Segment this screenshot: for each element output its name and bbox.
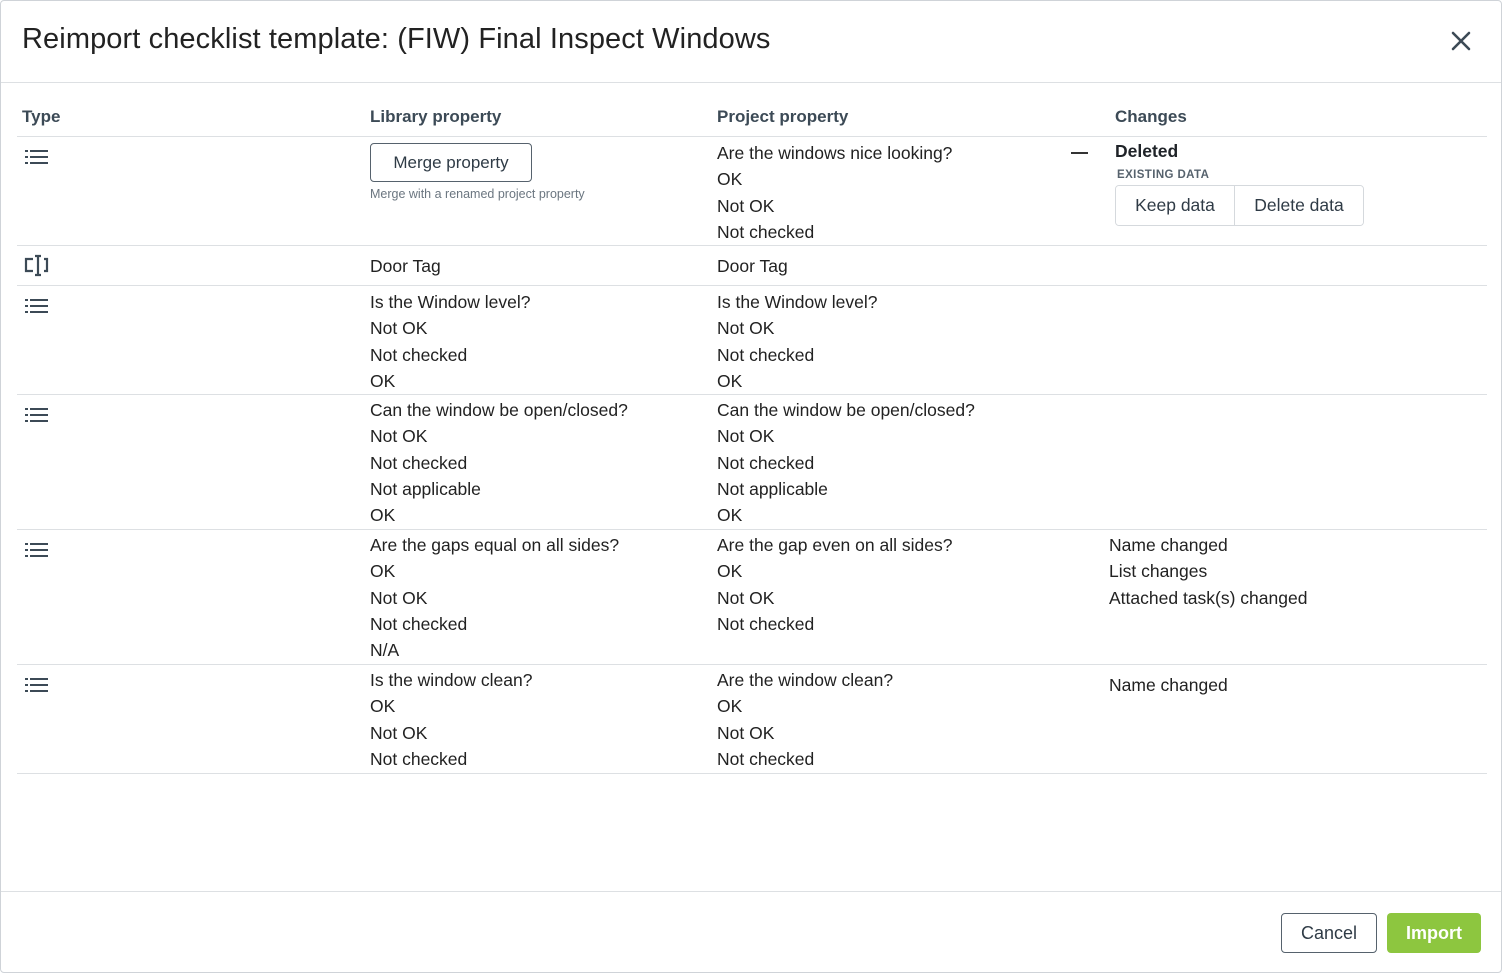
list-option: Not OK <box>370 722 428 743</box>
property-name: Door Tag <box>717 256 788 276</box>
table-row: Can the window be open/closed? Not OK No… <box>17 395 1487 530</box>
library-property-cell: Door Tag <box>370 253 441 279</box>
list-option: OK <box>370 696 396 717</box>
list-option: OK <box>717 505 743 526</box>
change-item: List changes <box>1109 561 1208 582</box>
list-icon <box>25 678 48 692</box>
merge-property-button[interactable]: Merge property <box>370 143 532 182</box>
project-property-cell: Door Tag <box>717 253 788 279</box>
project-property-cell: Are the window clean? OK Not OK Not chec… <box>717 667 893 772</box>
list-option: OK <box>717 696 743 717</box>
list-option: N/A <box>370 640 400 661</box>
import-button[interactable]: Import <box>1387 913 1481 953</box>
table-header: Type Library property Project property C… <box>17 101 1487 137</box>
project-property-cell: Is the Window level? Not OK Not checked … <box>717 289 878 394</box>
close-button[interactable] <box>1447 27 1475 55</box>
list-option: Not checked <box>370 452 468 473</box>
project-property-cell: Are the windows nice looking? OK Not OK … <box>717 140 952 245</box>
text-field-icon <box>24 254 49 277</box>
library-property-cell: Are the gaps equal on all sides? OK Not … <box>370 532 619 663</box>
minus-icon <box>1071 152 1088 154</box>
list-option: Not OK <box>370 426 428 447</box>
library-property-cell: Can the window be open/closed? Not OK No… <box>370 397 628 528</box>
list-option: Not OK <box>717 318 775 339</box>
property-name: Are the gaps equal on all sides? <box>370 535 620 555</box>
cancel-button[interactable]: Cancel <box>1281 913 1377 953</box>
list-option: Not OK <box>370 587 428 608</box>
change-item: Name changed <box>1109 675 1228 695</box>
table-row: Are the gaps equal on all sides? OK Not … <box>17 530 1487 665</box>
list-option: Not checked <box>717 452 815 473</box>
dialog-footer: Cancel Import <box>1 891 1501 972</box>
existing-data-label: EXISTING DATA <box>1117 169 1210 181</box>
merge-help-text: Merge with a renamed project property <box>370 187 585 201</box>
list-option: Not OK <box>717 426 775 447</box>
property-name: Is the window clean? <box>370 670 533 690</box>
list-option: Not checked <box>370 748 468 769</box>
list-option: Not checked <box>370 613 468 634</box>
list-option: Not checked <box>717 748 815 769</box>
dialog-header: Reimport checklist template: (FIW) Final… <box>1 1 1501 83</box>
properties-table: Type Library property Project property C… <box>17 101 1487 774</box>
property-name: Can the window be open/closed? <box>717 400 975 420</box>
list-option: OK <box>370 505 396 526</box>
dialog-title: Reimport checklist template: (FIW) Final… <box>22 23 771 55</box>
change-item: Name changed <box>1109 535 1228 555</box>
property-name: Is the Window level? <box>717 292 878 312</box>
list-option: OK <box>717 370 743 391</box>
list-option: Not OK <box>370 318 428 339</box>
existing-data-toggle: Keep data Delete data <box>1115 185 1364 226</box>
list-option: Not OK <box>717 195 775 216</box>
list-option: Not applicable <box>370 478 481 499</box>
table-row: Is the window clean? OK Not OK Not check… <box>17 665 1487 774</box>
column-changes: Changes <box>1115 107 1187 126</box>
list-option: Not checked <box>717 221 815 242</box>
property-name: Are the window clean? <box>717 670 894 690</box>
delete-data-button[interactable]: Delete data <box>1235 186 1363 225</box>
column-project-property: Project property <box>717 107 849 126</box>
list-icon <box>25 408 48 422</box>
close-icon <box>1451 31 1471 51</box>
list-option: OK <box>717 561 743 582</box>
list-option: OK <box>717 169 743 190</box>
library-property-cell: Is the window clean? OK Not OK Not check… <box>370 667 532 772</box>
keep-data-button[interactable]: Keep data <box>1116 186 1235 225</box>
deleted-status: Deleted <box>1115 141 1179 161</box>
property-name: Are the gap even on all sides? <box>717 535 953 555</box>
reimport-dialog: Reimport checklist template: (FIW) Final… <box>0 0 1502 973</box>
project-property-cell: Can the window be open/closed? Not OK No… <box>717 397 975 528</box>
property-name: Door Tag <box>370 256 441 276</box>
column-library-property: Library property <box>370 107 502 126</box>
changes-cell: Name changed List changes Attached task(… <box>1109 532 1307 611</box>
table-row: Is the Window level? Not OK Not checked … <box>17 286 1487 395</box>
change-item: Attached task(s) changed <box>1109 587 1308 608</box>
table-row: Door Tag Door Tag <box>17 246 1487 286</box>
list-option: OK <box>370 370 396 391</box>
list-option: Not checked <box>717 344 815 365</box>
property-name: Are the windows nice looking? <box>717 143 953 163</box>
table-row: Merge property Merge with a renamed proj… <box>17 137 1487 246</box>
changes-cell: Name changed <box>1109 672 1228 698</box>
column-type: Type <box>22 107 61 126</box>
list-option: OK <box>370 561 396 582</box>
list-option: Not checked <box>370 344 468 365</box>
list-option: Not checked <box>717 613 815 634</box>
list-icon <box>25 543 48 557</box>
library-property-cell: Is the Window level? Not OK Not checked … <box>370 289 531 394</box>
project-property-cell: Are the gap even on all sides? OK Not OK… <box>717 532 952 637</box>
list-option: Not applicable <box>717 478 828 499</box>
property-name: Can the window be open/closed? <box>370 400 628 420</box>
property-name: Is the Window level? <box>370 292 531 312</box>
list-icon <box>25 150 48 164</box>
list-icon <box>25 299 48 313</box>
list-option: Not OK <box>717 722 775 743</box>
list-option: Not OK <box>717 587 775 608</box>
